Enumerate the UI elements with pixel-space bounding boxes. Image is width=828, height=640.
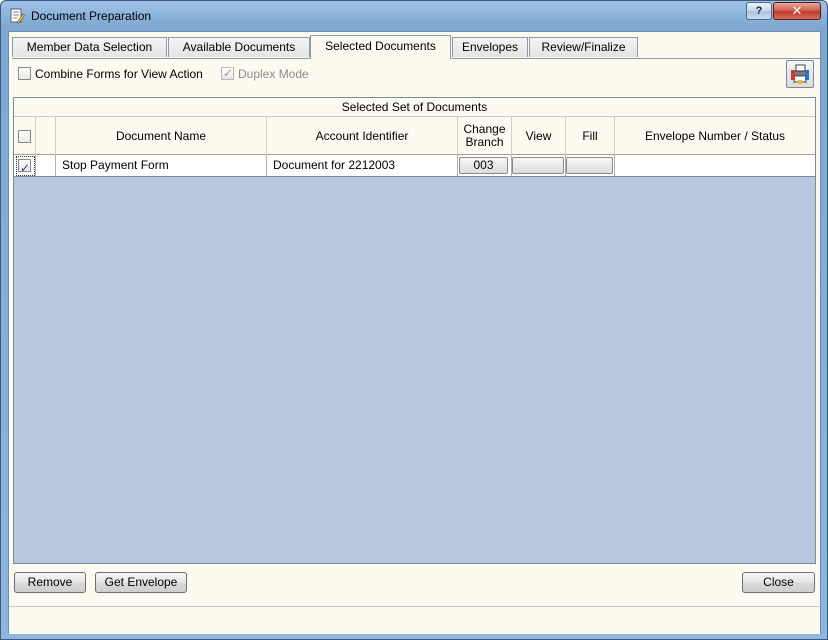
column-header-fill[interactable]: Fill: [566, 117, 615, 155]
column-header-document-name[interactable]: Document Name: [56, 117, 267, 155]
duplex-mode-label: Duplex Mode: [238, 67, 309, 81]
document-edit-icon: [10, 8, 25, 24]
row-marker-cell: [36, 155, 56, 176]
combine-forms-option[interactable]: Combine Forms for View Action: [18, 67, 218, 81]
tab-strip: Member Data Selection Available Document…: [12, 35, 825, 59]
fill-button[interactable]: [566, 157, 613, 174]
close-button[interactable]: Close: [742, 572, 815, 593]
tab-available-documents[interactable]: Available Documents: [168, 37, 310, 57]
select-all-checkbox[interactable]: [18, 129, 31, 143]
document-preparation-window: Document Preparation ? ✕ Member Data Sel…: [0, 0, 828, 640]
fill-cell: [566, 155, 615, 176]
row-select-cell: [14, 155, 36, 176]
get-envelope-button[interactable]: Get Envelope: [95, 572, 187, 593]
window-close-button[interactable]: ✕: [773, 2, 821, 20]
combine-forms-label: Combine Forms for View Action: [35, 67, 203, 81]
view-cell: [512, 155, 566, 176]
title-bar[interactable]: Document Preparation ? ✕: [1, 1, 827, 31]
print-tool-button[interactable]: [786, 60, 814, 88]
header-row-marker-cell: [36, 117, 56, 155]
grid-caption: Selected Set of Documents: [14, 98, 815, 117]
selected-documents-grid: Selected Set of Documents Document Name …: [13, 97, 816, 564]
grid-header-row: Document Name Account Identifier Change …: [14, 117, 815, 155]
tab-member-data-selection[interactable]: Member Data Selection: [12, 37, 167, 57]
print-documents-icon: [791, 64, 809, 84]
column-header-envelope-status[interactable]: Envelope Number / Status: [615, 117, 815, 155]
window-title: Document Preparation: [31, 9, 152, 23]
row-focus-indicator: [16, 156, 35, 176]
dialog-body: Member Data Selection Available Document…: [8, 31, 825, 634]
column-header-view[interactable]: View: [512, 117, 566, 155]
account-identifier-cell: Document for 2212003: [267, 155, 458, 176]
column-header-account-identifier[interactable]: Account Identifier: [267, 117, 458, 155]
document-name-cell: Stop Payment Form: [56, 155, 267, 176]
tab-envelopes[interactable]: Envelopes: [452, 37, 528, 57]
tab-review-finalize[interactable]: Review/Finalize: [529, 37, 638, 57]
change-branch-button[interactable]: 003: [459, 157, 508, 174]
envelope-status-cell: [615, 155, 815, 176]
header-select-all-cell: [14, 117, 36, 155]
remove-button[interactable]: Remove: [14, 572, 86, 593]
help-button[interactable]: ?: [746, 2, 772, 20]
column-header-change-branch[interactable]: Change Branch: [458, 117, 512, 155]
view-button[interactable]: [512, 157, 564, 174]
change-branch-cell: 003: [458, 155, 512, 176]
duplex-mode-checkbox: [221, 66, 234, 80]
status-bar: [9, 606, 820, 634]
table-row[interactable]: Stop Payment Form Document for 2212003 0…: [14, 155, 815, 177]
combine-forms-checkbox[interactable]: [18, 67, 31, 80]
duplex-mode-option: Duplex Mode: [221, 66, 331, 81]
tab-selected-documents[interactable]: Selected Documents: [310, 35, 451, 59]
